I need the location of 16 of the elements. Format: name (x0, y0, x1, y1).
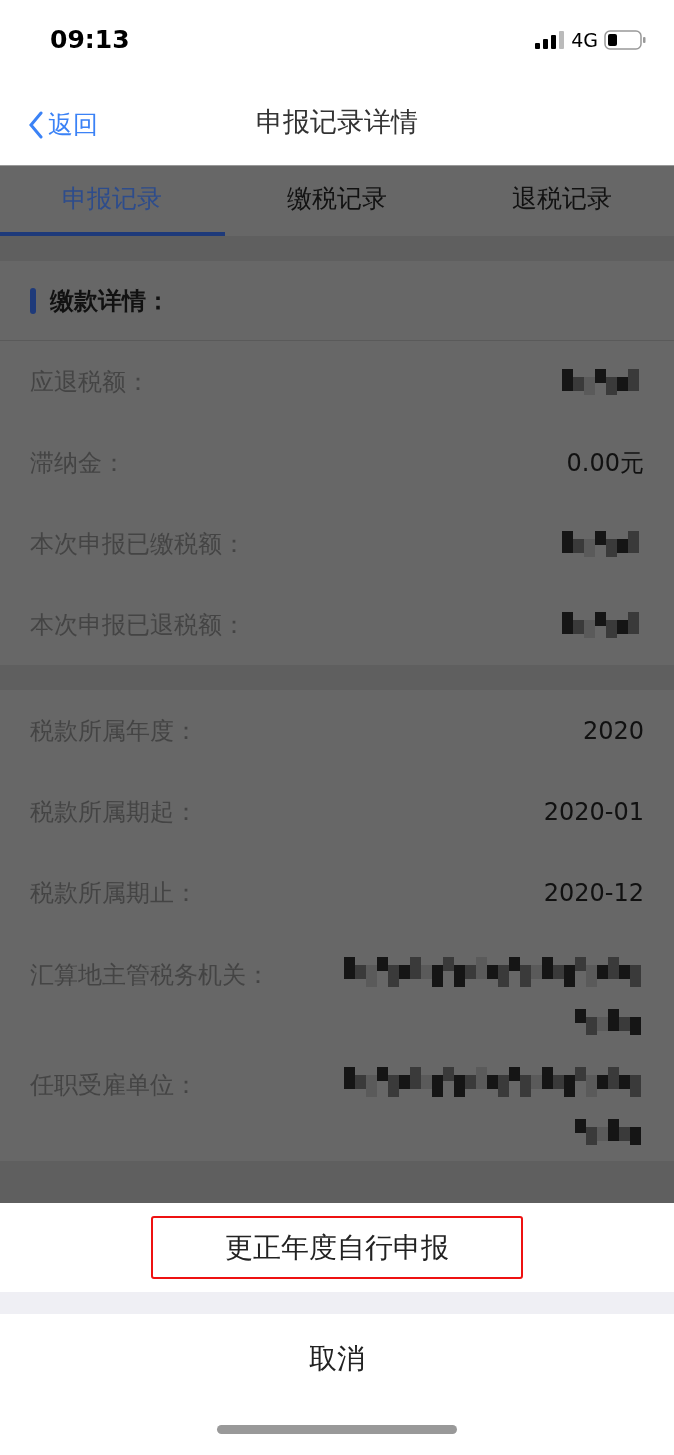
tab[interactable]: 缴税记录 (224, 166, 450, 236)
action-button[interactable]: 更正年度自行申报 (151, 1216, 523, 1279)
chevron-icon (28, 110, 44, 139)
section-title: 缴款详情： (50, 285, 170, 317)
field-value: 2020-01 (543, 796, 644, 828)
network-label: 4G (571, 27, 598, 53)
field-value: 2020-12 (543, 877, 644, 909)
field-value: 0.00元 (566, 447, 644, 479)
tab[interactable]: 退税记录 (449, 166, 674, 236)
field-value: 2020 (582, 715, 644, 747)
clock: 09:13 (50, 24, 130, 57)
battery-icon (604, 30, 646, 50)
signal-icon (535, 31, 566, 49)
back-button[interactable]: 返回 (28, 106, 98, 144)
page-title: 申报记录详情 (256, 105, 418, 140)
section-marker (30, 287, 36, 314)
